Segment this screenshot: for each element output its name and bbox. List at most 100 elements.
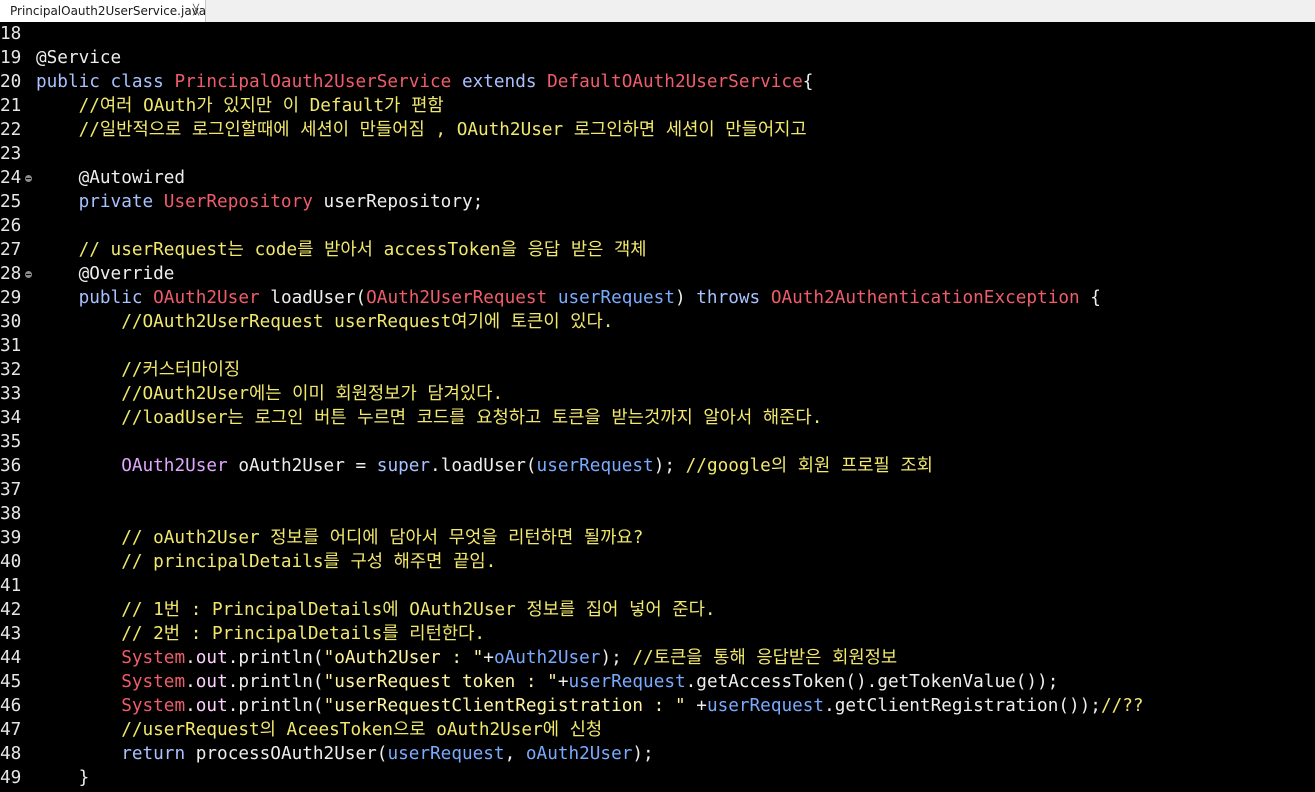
code-text: //일반적으로 로그인할때에 세션이 만들어짐 , OAuth2User 로그인… <box>36 120 807 140</box>
code-token: System <box>121 696 186 716</box>
code-token: + <box>483 648 494 668</box>
code-line[interactable]: 29 public OAuth2User loadUser(OAuth2User… <box>0 286 1101 310</box>
close-icon[interactable]: ╳ <box>193 0 199 22</box>
code-token: oAuth2User = <box>227 456 377 476</box>
line-number: 28 <box>0 262 36 286</box>
code-token: userRequest <box>387 744 505 764</box>
code-token: . <box>185 672 196 692</box>
line-number: 38 <box>0 504 22 524</box>
code-line[interactable]: 48 return processOAuth2User(userRequest,… <box>0 742 654 766</box>
code-token: public class <box>36 72 175 92</box>
code-token: //커스터마이징 <box>36 360 241 380</box>
line-number: 43 <box>0 624 22 644</box>
code-token: OAuth2User <box>121 456 228 476</box>
code-line[interactable]: 22 //일반적으로 로그인할때에 세션이 만들어짐 , OAuth2User … <box>0 118 807 142</box>
code-token: .println( <box>227 672 324 692</box>
code-token: ); <box>632 744 654 764</box>
code-line[interactable]: 24 @Autowired <box>0 166 185 190</box>
code-token: // userRequest는 code를 받아서 accessToken을 응… <box>36 240 647 260</box>
code-line[interactable]: 20 public class PrincipalOauth2UserServic… <box>0 70 813 94</box>
code-line[interactable]: 18 <box>0 22 36 46</box>
code-line[interactable]: 19 @Service <box>0 46 121 70</box>
code-token: . <box>185 696 196 716</box>
code-token: , <box>504 744 526 764</box>
code-line[interactable]: 33 //OAuth2User에는 이미 회원정보가 담겨있다. <box>0 382 503 406</box>
code-text: return processOAuth2User(userRequest, oA… <box>36 744 654 764</box>
line-number: 25 <box>0 192 22 212</box>
code-token: // 1번 : PrincipalDetails에 OAuth2User 정보를… <box>36 600 716 620</box>
code-token: @Autowired <box>36 168 186 188</box>
code-text: public OAuth2User loadUser(OAuth2UserReq… <box>36 288 1101 308</box>
fold-collapse-icon[interactable] <box>25 175 32 182</box>
code-line[interactable]: 42 // 1번 : PrincipalDetails에 OAuth2User … <box>0 598 716 622</box>
line-number: 44 <box>0 648 22 668</box>
code-token: userRequest <box>547 288 675 308</box>
code-line[interactable]: 31 <box>0 334 36 358</box>
code-token: ) <box>674 288 697 308</box>
code-line[interactable]: 43 // 2번 : PrincipalDetails를 리턴한다. <box>0 622 485 646</box>
code-token: loadUser( <box>259 288 367 308</box>
code-token: "userRequest token : " <box>323 672 558 692</box>
code-token: System <box>121 672 186 692</box>
code-token: userRequest <box>706 696 825 716</box>
code-line[interactable]: 26 <box>0 214 36 238</box>
code-line[interactable]: 21 //여러 OAuth가 있지만 이 Default가 편함 <box>0 94 444 118</box>
code-token: //userRequest의 AceesToken으로 oAuth2User에 … <box>36 720 603 740</box>
code-line[interactable]: 23 <box>0 142 36 166</box>
code-token: //google의 회원 프로필 조회 <box>685 456 933 476</box>
line-number: 29 <box>0 288 22 308</box>
code-line[interactable]: 49 } <box>0 766 89 790</box>
code-token: .println( <box>227 696 324 716</box>
code-line[interactable]: 40 // principalDetails를 구성 해주면 끝임. <box>0 550 496 574</box>
code-token: userRequest <box>568 672 686 692</box>
code-token: //loadUser는 로그인 버튼 누르면 코드를 요청하고 토큰을 받는것까… <box>36 408 823 428</box>
line-number: 26 <box>0 216 22 236</box>
code-line[interactable]: 35 <box>0 430 36 454</box>
code-token: // principalDetails를 구성 해주면 끝임. <box>36 552 497 572</box>
code-line[interactable]: 27 // userRequest는 code를 받아서 accessToken… <box>0 238 647 262</box>
code-editor[interactable]: 18 19 @Service 20 public class PrincipalOaut… <box>0 22 1315 792</box>
code-line[interactable]: 46 System.out.println("userRequestClient… <box>0 694 1144 718</box>
code-text: System.out.println("userRequest token : … <box>36 672 1058 692</box>
code-token: ); <box>600 648 633 668</box>
code-token: public <box>36 288 154 308</box>
code-line[interactable]: 34 //loadUser는 로그인 버튼 누르면 코드를 요청하고 토큰을 받… <box>0 406 822 430</box>
code-token: .getAccessToken().getTokenValue()); <box>685 672 1059 692</box>
code-line[interactable]: 44 System.out.println("oAuth2User : "+oA… <box>0 646 897 670</box>
code-line[interactable]: 32 //커스터마이징 <box>0 358 240 382</box>
code-line[interactable]: 45 System.out.println("userRequest token… <box>0 670 1058 694</box>
code-line[interactable]: 38 <box>0 502 36 526</box>
code-line[interactable]: 39 // oAuth2User 정보를 어디에 담아서 무엇을 리턴하면 될까… <box>0 526 643 550</box>
code-line[interactable]: 36 OAuth2User oAuth2User = super.loadUse… <box>0 454 933 478</box>
code-token: //?? <box>1100 696 1144 716</box>
line-number: 20 <box>0 72 22 92</box>
tab-title: PrincipalOauth2UserService.java <box>10 4 207 18</box>
code-line[interactable]: 30 //OAuth2UserRequest userRequest여기에 토큰… <box>0 310 613 334</box>
code-line[interactable]: 41 <box>0 574 36 598</box>
editor-tab-bar: PrincipalOauth2UserService.java ╳ <box>0 0 1315 23</box>
line-number: 39 <box>0 528 22 548</box>
code-line[interactable]: 47 //userRequest의 AceesToken으로 oAuth2Use… <box>0 718 602 742</box>
code-token: + <box>557 672 569 692</box>
code-line[interactable]: 28 @Override <box>0 262 174 286</box>
code-text: @Service <box>36 48 121 68</box>
line-number: 24 <box>0 166 36 190</box>
code-line[interactable]: 37 <box>0 478 36 502</box>
code-token: ); <box>653 456 686 476</box>
code-token: @Override <box>36 264 175 284</box>
code-token: extends <box>451 72 548 92</box>
code-token: processOAuth2User( <box>185 744 388 764</box>
code-token: super <box>376 456 431 476</box>
fold-collapse-icon[interactable] <box>25 271 32 278</box>
code-token: //여러 OAuth가 있지만 이 Default가 편함 <box>36 96 444 116</box>
tab-principal-oauth2-user-service[interactable]: PrincipalOauth2UserService.java ╳ <box>0 0 206 22</box>
code-token: "userRequestClientRegistration : " <box>323 696 686 716</box>
line-number: 40 <box>0 552 22 572</box>
code-token: . <box>185 648 196 668</box>
code-line[interactable]: 25 private UserRepository userRepository… <box>0 190 483 214</box>
code-text: //커스터마이징 <box>36 360 240 380</box>
code-text: //여러 OAuth가 있지만 이 Default가 편함 <box>36 96 444 116</box>
